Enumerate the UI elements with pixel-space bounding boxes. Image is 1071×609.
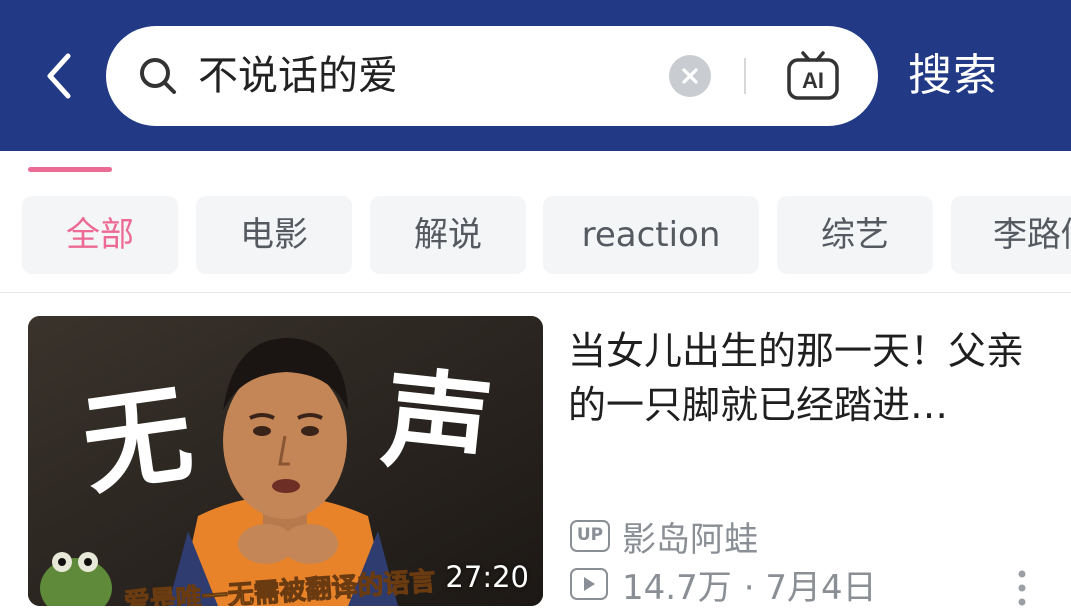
video-title[interactable]: 当女儿出生的那一天！父亲的一只脚就已经踏进… [568, 324, 1038, 432]
video-duration: 27:20 [445, 560, 529, 594]
filter-chip-movie[interactable]: 电影 [196, 196, 352, 274]
filter-chip-all[interactable]: 全部 [22, 196, 178, 274]
uploader-name[interactable]: 影岛阿蛙 [622, 512, 758, 561]
svg-text:AI: AI [802, 68, 824, 93]
ai-tv-icon[interactable]: AI [786, 50, 840, 102]
tab-indicator [28, 167, 112, 172]
filter-chip-variety[interactable]: 综艺 [777, 196, 933, 274]
video-result-card[interactable]: 无 声 爱是唯一无需被翻译的语言 27:20 当女儿出生的那一天！父亲的一只脚就… [0, 316, 1071, 608]
view-count: 14.7万 [622, 567, 732, 608]
play-icon [570, 568, 608, 600]
search-box[interactable]: 不说话的爱 AI [106, 26, 878, 126]
publish-date: · 7月4日 [743, 567, 877, 608]
clear-button[interactable] [669, 55, 711, 97]
search-divider [744, 58, 746, 94]
up-badge-icon: UP [570, 520, 610, 552]
thumbnail-caption-left: 无 [75, 371, 200, 511]
search-icon [140, 58, 176, 94]
filter-chip-person[interactable]: 李路修 [951, 196, 1071, 274]
uploader-row[interactable]: UP 影岛阿蛙 [570, 512, 758, 561]
video-stats-row: 14.7万 · 7月4日 [570, 562, 877, 608]
close-icon [682, 68, 698, 84]
chevron-left-icon [47, 53, 71, 99]
more-vertical-icon[interactable] [1012, 570, 1032, 606]
search-button[interactable]: 搜索 [908, 46, 998, 106]
filter-chips: 全部 电影 解说 reaction 综艺 李路修 [0, 196, 1071, 274]
thumbnail-caption-right: 声 [377, 356, 498, 493]
filter-chip-commentary[interactable]: 解说 [370, 196, 526, 274]
back-button[interactable] [30, 48, 86, 104]
search-input[interactable]: 不说话的爱 [198, 48, 398, 104]
search-header: 不说话的爱 AI 搜索 [0, 0, 1071, 151]
divider [0, 292, 1071, 293]
filter-chip-reaction[interactable]: reaction [543, 196, 759, 274]
video-thumbnail[interactable]: 无 声 爱是唯一无需被翻译的语言 27:20 [28, 316, 543, 606]
